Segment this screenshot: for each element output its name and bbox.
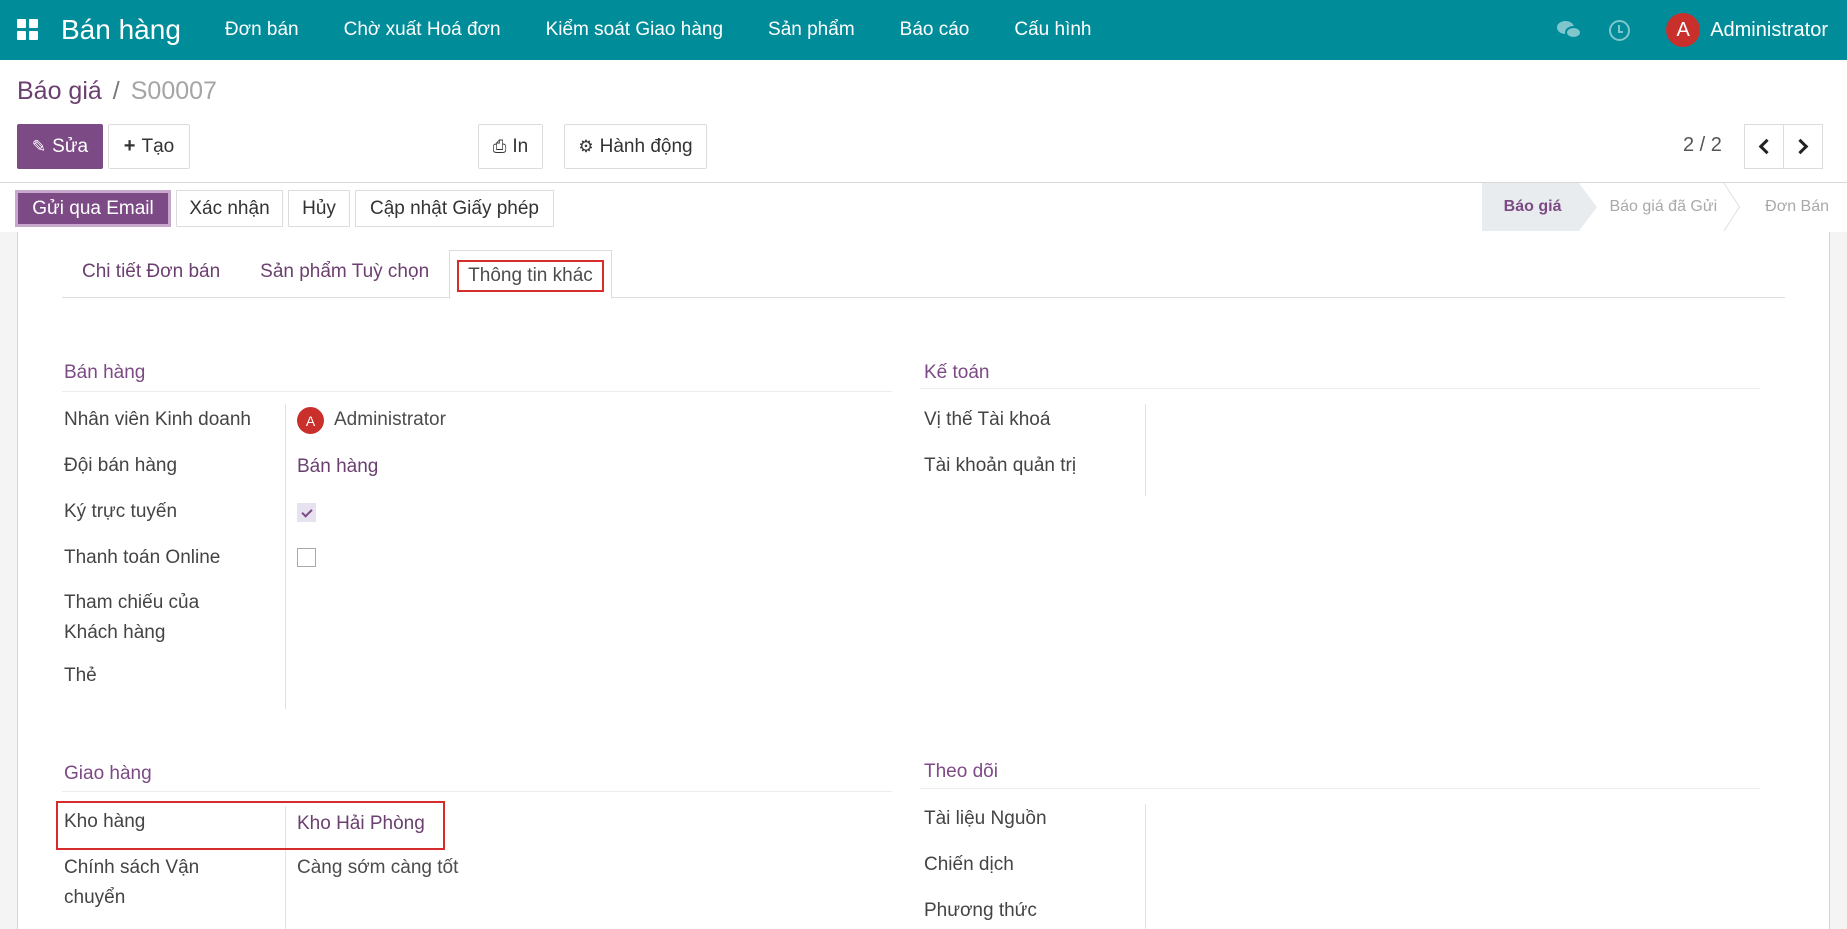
value-tags[interactable] xyxy=(297,661,857,691)
accounting-column-divider xyxy=(1145,404,1146,496)
plus-icon: + xyxy=(123,135,136,157)
value-campaign[interactable] xyxy=(1157,850,1757,880)
label-tags: Thẻ xyxy=(64,665,97,686)
pager-next-button[interactable] xyxy=(1783,124,1823,169)
breadcrumb: Báo giá / S00007 xyxy=(17,77,217,106)
user-avatar[interactable]: A xyxy=(1666,13,1701,47)
navbar-systray: A Administrator xyxy=(1557,0,1828,60)
label-online-payment: Thanh toán Online xyxy=(64,547,221,568)
menu-cau-hinh[interactable]: Cấu hình xyxy=(1014,19,1091,41)
gear-icon: ⚙ xyxy=(578,136,594,156)
checkbox-online-signature[interactable] xyxy=(297,503,316,522)
tab-chi-tiet-don-ban[interactable]: Chi tiết Đơn bán xyxy=(62,250,240,298)
create-button-label: Tạo xyxy=(141,135,175,157)
stage-bao-gia-da-gui[interactable]: Báo giá đã Gửi xyxy=(1579,183,1737,231)
section-divider-accounting xyxy=(920,388,1760,389)
app-name[interactable]: Bán hàng xyxy=(61,14,181,46)
menu-san-pham[interactable]: Sản phẩm xyxy=(768,19,855,41)
section-title-sales: Bán hàng xyxy=(64,362,146,383)
confirm-button[interactable]: Xác nhận xyxy=(176,190,283,227)
menu-bao-cao[interactable]: Báo cáo xyxy=(900,19,970,41)
notebook-tabs: Chi tiết Đơn bán Sản phẩm Tuỳ chọn Thông… xyxy=(62,250,1785,299)
salesperson-avatar: A xyxy=(297,407,324,434)
breadcrumb-separator: / xyxy=(112,77,120,105)
value-customer-reference[interactable] xyxy=(297,588,857,618)
section-title-tracking: Theo dõi xyxy=(924,761,998,782)
print-button[interactable]: ⎙ In xyxy=(478,124,543,169)
user-menu[interactable]: Administrator xyxy=(1710,19,1828,42)
stage-separator xyxy=(1737,183,1755,231)
value-source-document[interactable] xyxy=(1157,804,1757,834)
clock-icon[interactable] xyxy=(1609,19,1631,41)
breadcrumb-parent[interactable]: Báo giá xyxy=(17,77,102,106)
checkbox-online-payment[interactable] xyxy=(297,548,316,567)
warehouse-highlight-box xyxy=(56,801,445,850)
tab-thong-tin-khac[interactable]: Thông tin khác xyxy=(449,250,612,299)
top-navbar: Bán hàng Đơn bán Chờ xuất Hoá đơn Kiểm s… xyxy=(0,0,1847,60)
label-medium: Phương thức xyxy=(924,900,1037,921)
chat-icon[interactable] xyxy=(1557,19,1583,41)
label-fiscal-position: Vị thế Tài khoá xyxy=(924,409,1051,430)
menu-kiem-soat-giao-hang[interactable]: Kiểm soát Giao hàng xyxy=(546,19,723,41)
edit-button-label: Sửa xyxy=(52,135,89,157)
chevron-left-icon xyxy=(1758,138,1775,155)
tab-thong-tin-khac-label: Thông tin khác xyxy=(457,260,604,292)
stage-bao-gia[interactable]: Báo giá xyxy=(1481,183,1598,231)
cancel-button[interactable]: Hủy xyxy=(288,190,350,227)
section-divider-sales xyxy=(62,391,892,392)
label-shipping-policy-line2: chuyển xyxy=(64,887,126,908)
section-divider-tracking xyxy=(920,788,1760,789)
label-customer-reference-line1: Tham chiếu của xyxy=(64,592,200,613)
label-customer-reference-line2: Khách hàng xyxy=(64,622,166,643)
value-shipping-policy[interactable]: Càng sớm càng tốt xyxy=(297,853,458,883)
section-title-accounting: Kế toán xyxy=(924,362,990,383)
sales-column-divider xyxy=(285,404,286,709)
value-salesperson[interactable]: Administrator xyxy=(334,405,446,435)
pencil-icon: ✎ xyxy=(31,136,47,156)
update-license-button[interactable]: Cập nhật Giấy phép xyxy=(355,190,554,227)
label-shipping-policy-line1: Chính sách Vận xyxy=(64,857,200,878)
action-button[interactable]: ⚙ Hành động xyxy=(564,124,707,169)
value-sales-team[interactable]: Bán hàng xyxy=(297,452,378,482)
apps-grid-icon[interactable] xyxy=(17,19,39,41)
stage-don-ban[interactable]: Đơn Bán xyxy=(1755,183,1847,231)
label-shipping-policy: Chính sách Vận chuyển xyxy=(64,853,199,913)
print-button-label: In xyxy=(512,135,529,157)
menu-cho-xuat-hoa-don[interactable]: Chờ xuất Hoá đơn xyxy=(344,19,501,41)
pager-previous-button[interactable] xyxy=(1744,124,1784,169)
menu-don-ban[interactable]: Đơn bán xyxy=(225,19,299,41)
action-button-label: Hành động xyxy=(599,135,693,157)
edit-button[interactable]: ✎ Sửa xyxy=(17,124,103,169)
label-analytic-account: Tài khoản quản trị xyxy=(924,455,1077,476)
label-sales-team: Đội bán hàng xyxy=(64,455,178,476)
send-email-button[interactable]: Gửi qua Email xyxy=(15,190,171,227)
section-title-delivery: Giao hàng xyxy=(64,763,152,784)
section-divider-delivery xyxy=(62,791,892,792)
value-analytic-account[interactable] xyxy=(1157,451,1757,481)
label-salesperson: Nhân viên Kinh doanh xyxy=(64,409,251,430)
create-button[interactable]: + Tạo xyxy=(108,124,190,169)
label-campaign: Chiến dịch xyxy=(924,854,1014,875)
tracking-column-divider xyxy=(1145,804,1146,929)
value-medium[interactable] xyxy=(1157,896,1757,926)
tab-san-pham-tuy-chon[interactable]: Sản phẩm Tuỳ chọn xyxy=(240,250,449,298)
pager-value[interactable]: 2 / 2 xyxy=(1683,134,1722,157)
chevron-right-icon xyxy=(1792,138,1809,155)
value-fiscal-position[interactable] xyxy=(1157,405,1757,435)
printer-icon: ⎙ xyxy=(492,136,507,156)
label-customer-reference: Tham chiếu của Khách hàng xyxy=(64,588,199,648)
breadcrumb-current: S00007 xyxy=(130,77,217,105)
label-source-document: Tài liệu Nguồn xyxy=(924,808,1047,829)
label-online-signature: Ký trực tuyến xyxy=(64,501,178,522)
status-stages: Báo giá Báo giá đã Gửi Đơn Bán xyxy=(1481,183,1847,231)
